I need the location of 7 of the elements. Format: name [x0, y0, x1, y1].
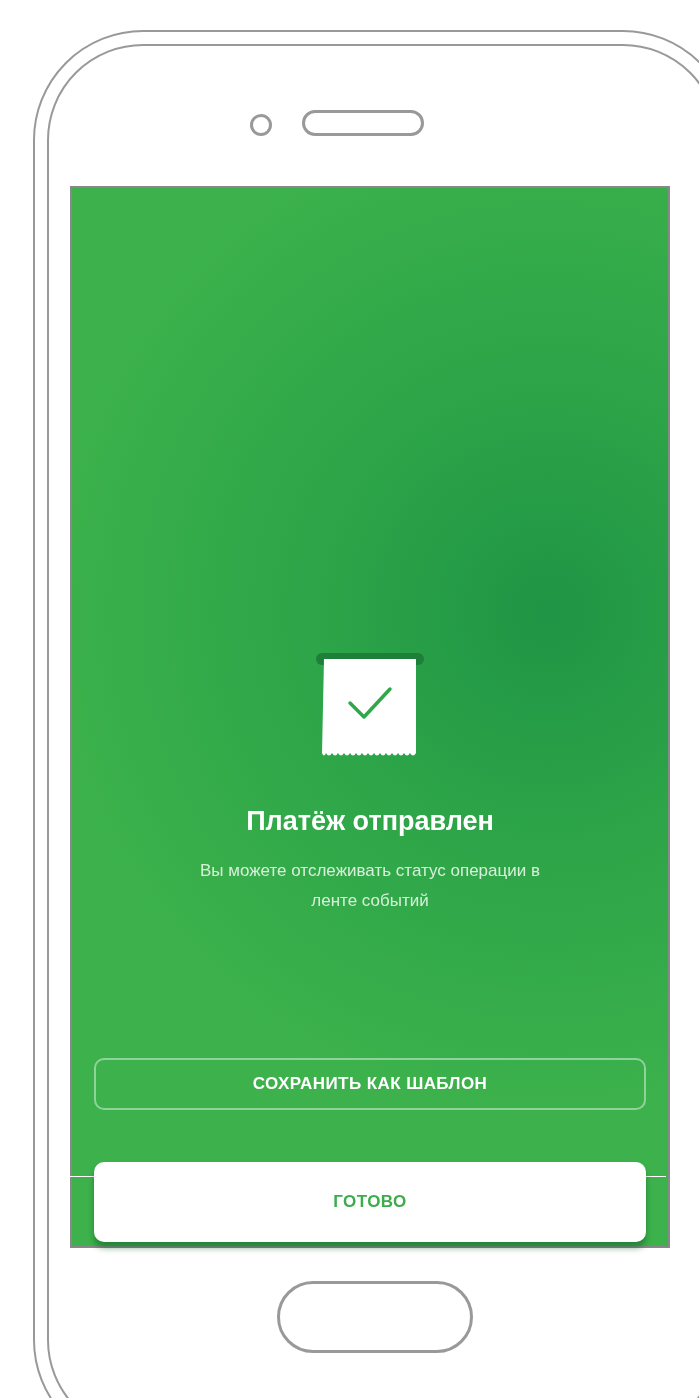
home-button[interactable]	[277, 1281, 473, 1353]
speaker-icon	[302, 110, 424, 136]
payment-title: Платёж отправлен	[246, 805, 494, 838]
status-message: Вы можете отслеживать статус операции в ленте событий	[199, 859, 541, 912]
done-button[interactable]: ГОТОВО	[94, 1161, 646, 1242]
camera-icon	[250, 114, 272, 136]
save-template-button[interactable]: СОХРАНИТЬ КАК ШАБЛОН	[94, 1057, 646, 1110]
